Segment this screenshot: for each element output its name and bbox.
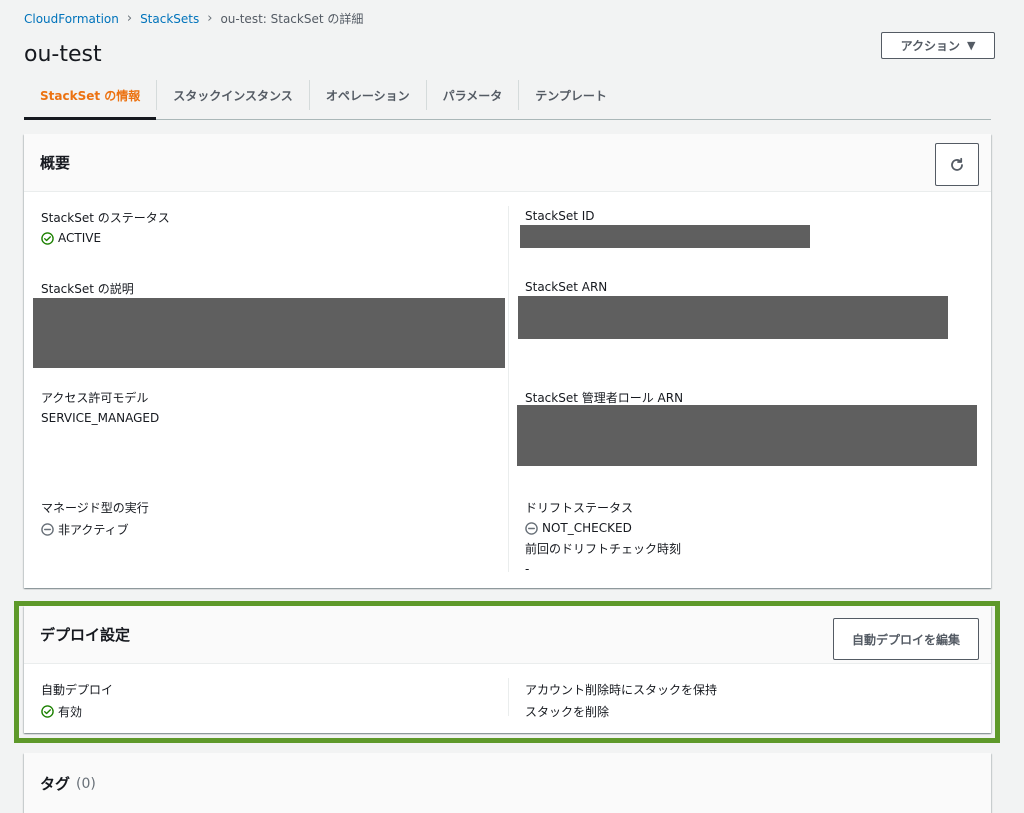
status-value: ACTIVE [41,231,170,245]
tags-title: タグ [40,775,71,793]
permission-model-field: アクセス許可モデル SERVICE_MANAGED [41,389,159,425]
status-field: StackSet のステータス ACTIVE [41,209,170,245]
stackset-id-label: StackSet ID [525,209,595,223]
breadcrumb: CloudFormation › StackSets › ou-test: St… [24,10,363,27]
actions-button-label: アクション [900,39,960,53]
drift-status-label: ドリフトステータス [525,501,634,515]
tab-parameters[interactable]: パラメータ [425,80,519,110]
managed-execution-value: 非アクティブ [41,521,149,538]
column-divider [508,206,509,572]
managed-execution-label: マネージド型の実行 [41,501,149,515]
page-title: ou-test [24,42,102,67]
permission-model-value: SERVICE_MANAGED [41,411,160,425]
breadcrumb-current: ou-test: StackSet の詳細 [220,12,364,26]
status-text: ACTIVE [58,231,102,245]
refresh-icon [951,157,963,171]
chevron-right-icon: › [126,11,133,26]
description-label: StackSet の説明 [41,282,134,296]
overview-title: 概要 [40,154,71,172]
tab-stack-instances[interactable]: スタックインスタンス [156,80,309,110]
managed-execution-text: 非アクティブ [58,523,129,537]
stackset-arn-redacted [518,296,948,339]
tags-header: タグ (0) [24,753,991,813]
minus-circle-icon [41,523,54,536]
chevron-right-icon: › [207,11,213,26]
breadcrumb-cloudformation-link[interactable]: CloudFormation [24,12,119,26]
stackset-id-redacted [520,225,810,248]
overview-header: 概要 [24,134,991,192]
tab-bar: StackSet の情報 スタックインスタンス オペレーション パラメータ テン… [24,80,991,120]
highlight-frame [14,601,1000,743]
breadcrumb-stacksets-link[interactable]: StackSets [140,12,199,26]
admin-role-redacted [517,405,977,466]
managed-execution-field: マネージド型の実行 非アクティブ [41,499,149,538]
stackset-arn-label: StackSet ARN [525,280,608,294]
tab-stackset-info[interactable]: StackSet の情報 [24,80,157,120]
drift-status-text: NOT_CHECKED [542,521,632,535]
last-drift-label: 前回のドリフトチェック時刻 [525,542,682,556]
last-drift-value: - [525,562,530,576]
status-label: StackSet のステータス [41,211,170,225]
check-circle-icon [41,231,54,245]
minus-circle-icon [525,521,538,535]
overview-panel: 概要 StackSet のステータス ACTIVE StackSet の説明 ア… [24,134,991,588]
refresh-button[interactable] [935,143,979,186]
tab-template[interactable]: テンプレート [518,80,623,110]
drift-status-value: NOT_CHECKED [525,521,681,535]
description-redacted [33,298,505,368]
tags-panel: タグ (0) [24,753,991,813]
tab-operations[interactable]: オペレーション [308,80,426,110]
actions-dropdown-button[interactable]: アクション ▼ [881,32,995,59]
permission-model-label: アクセス許可モデル [41,391,149,405]
caret-down-icon: ▼ [966,39,976,52]
drift-status-field: ドリフトステータス NOT_CHECKED 前回のドリフトチェック時刻 - [525,499,681,576]
admin-role-label: StackSet 管理者ロール ARN [525,391,684,405]
tags-count: (0) [76,775,96,792]
